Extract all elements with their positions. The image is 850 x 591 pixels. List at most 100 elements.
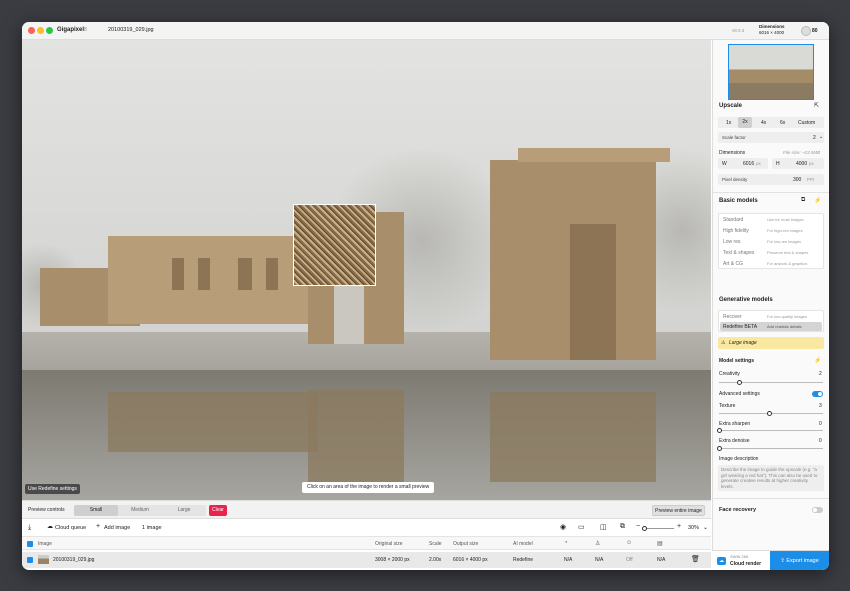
chevron-down-icon[interactable]: ⌄ [703, 524, 708, 531]
extra-sharpen-slider[interactable] [717, 428, 823, 433]
queue-toolbar: ⤓ ☁ Cloud queue + Add image 1 image ◉ ▭ … [22, 518, 711, 536]
side-by-side-icon[interactable]: ⧉ [620, 523, 625, 531]
extra-sharpen-slider-knob[interactable] [717, 428, 722, 433]
height-input[interactable]: H 4000 px [772, 158, 824, 169]
auto-icon[interactable]: ⚡ [814, 197, 821, 204]
creativity-slider[interactable] [719, 380, 823, 385]
preview-selection-box[interactable] [293, 204, 376, 286]
model-settings-heading: Model settings [719, 358, 755, 364]
zoom-out-icon[interactable]: − [636, 523, 640, 530]
image-description-input[interactable]: Describe the image to guide the upscale … [718, 465, 824, 491]
clear-button[interactable]: Clear [209, 505, 227, 516]
close-window-button[interactable] [28, 27, 35, 34]
warning-text: Large image [729, 340, 757, 346]
model-recover[interactable]: Recover [723, 314, 742, 320]
col-original-size[interactable]: Original size [375, 541, 403, 547]
app-title: Gigapixel [57, 27, 85, 33]
avatar[interactable] [801, 26, 811, 36]
auto-settings-icon[interactable]: ⚡ [814, 357, 821, 364]
trash-icon[interactable]: 🗑 [691, 555, 700, 563]
zoom-in-icon[interactable]: + [677, 523, 681, 530]
cloud-render-icon: ☁ [717, 557, 726, 565]
divider [713, 498, 829, 499]
temple-opening [198, 258, 210, 290]
row-original-size: 3008 × 2000 px [375, 557, 410, 563]
file-name: 20100319_029.jpg [108, 27, 154, 33]
large-image-warning: ⚠ Large image [718, 337, 824, 349]
cloud-queue-button[interactable]: Cloud queue [55, 525, 86, 531]
reflection [490, 392, 656, 482]
temple-opening [238, 258, 252, 290]
select-all-checkbox[interactable] [27, 541, 33, 547]
minimize-window-button[interactable] [37, 27, 44, 34]
table-row[interactable]: 20100319_029.jpg 3008 × 2000 px 2.00x 60… [22, 552, 711, 568]
extra-denoise-value: 0 [819, 438, 822, 444]
zoom-window-button[interactable] [46, 27, 53, 34]
advanced-settings-label: Advanced settings [719, 391, 760, 397]
pixel-density-input[interactable]: Pixel density 300 PPI [718, 174, 824, 185]
texture-slider-knob[interactable] [767, 411, 772, 416]
model-low-res[interactable]: Low res [723, 239, 741, 245]
col-ai-model[interactable]: AI model [513, 541, 533, 547]
plus-icon: + [96, 523, 101, 530]
zoom-level[interactable]: 30% [688, 525, 699, 531]
temple-main [108, 236, 318, 324]
image-count: 1 image [142, 525, 162, 531]
preview-size-large[interactable]: Large [162, 505, 206, 516]
image-description-label: Image description [719, 456, 759, 462]
export-label: Export image [786, 558, 819, 564]
row-checkbox[interactable] [27, 557, 33, 563]
denoise-col-icon: ◔ [564, 540, 568, 546]
height-unit: px [809, 161, 814, 166]
scale-2x[interactable]: 2x [738, 117, 752, 128]
sharpen-col-icon: ♙ [595, 541, 601, 547]
preview-size-medium[interactable]: Medium [118, 505, 162, 516]
model-redefine[interactable]: Redefine BETA [723, 324, 757, 330]
eye-icon[interactable]: ◉ [560, 523, 566, 531]
collapse-icon[interactable]: ⤓ [28, 524, 31, 532]
single-view-icon[interactable]: ▭ [578, 523, 585, 531]
preview-entire-image-button[interactable]: Preview entire image [652, 505, 705, 516]
scale-factor-select[interactable]: Scale factor 2 ⌄ [718, 132, 824, 143]
row-sharpen: N/A [595, 557, 604, 563]
image-canvas[interactable]: Use Redefine settings Click on an area o… [22, 40, 711, 500]
extra-denoise-slider-knob[interactable] [717, 446, 722, 451]
compare-icon[interactable]: ⧉ [801, 197, 805, 204]
app-window: Gigapixel 8 20100319_029.jpg v8.0.3 Dime… [22, 22, 829, 570]
export-image-button[interactable]: ⇪ Export image [770, 551, 829, 570]
pixel-density-value: 300 [793, 177, 802, 183]
split-view-icon[interactable]: ◫ [600, 523, 607, 531]
model-text-shapes[interactable]: Text & shapes [723, 250, 754, 256]
scale-4x[interactable]: 4x [761, 120, 766, 126]
basic-models-heading: Basic models [719, 198, 758, 204]
use-redefine-settings-button[interactable]: Use Redefine settings [25, 484, 80, 494]
model-high-fidelity[interactable]: High fidelity [723, 228, 749, 234]
model-standard[interactable]: Standard [723, 217, 743, 223]
canvas-hint: Click on an area of the image to render … [302, 482, 435, 493]
right-gate-top [518, 148, 670, 162]
width-input[interactable]: W 6016 px [718, 158, 768, 169]
settings-sidebar: Upscale ⇱ 1x 2x 4x 6x Custom Scale facto… [712, 40, 829, 550]
scale-factor-label: Scale factor [722, 135, 746, 140]
face-recovery-toggle[interactable] [812, 507, 823, 513]
zoom-slider-knob[interactable] [642, 526, 647, 531]
cloud-render-button[interactable]: Cloud render [730, 561, 761, 567]
preview-size-small[interactable]: Small [74, 505, 118, 516]
navigator-thumbnail[interactable] [728, 44, 814, 100]
texture-slider[interactable] [719, 411, 823, 416]
app-version-badge: 8 [84, 27, 87, 33]
scale-6x[interactable]: 6x [780, 120, 785, 126]
scale-1x[interactable]: 1x [726, 120, 731, 126]
creativity-slider-knob[interactable] [737, 380, 742, 385]
col-output-size[interactable]: Output size [453, 541, 478, 547]
crop-icon[interactable]: ⇱ [814, 102, 819, 109]
add-image-button[interactable]: Add image [104, 525, 130, 531]
scale-custom[interactable]: Custom [798, 120, 815, 126]
zoom-slider[interactable] [642, 526, 674, 531]
col-scale[interactable]: Scale [429, 541, 442, 547]
face-recovery-label: Face recovery [719, 507, 756, 513]
col-image[interactable]: Image [38, 541, 52, 547]
model-art-cg[interactable]: Art & CG [723, 261, 743, 267]
advanced-settings-toggle[interactable] [812, 391, 823, 397]
extra-denoise-slider[interactable] [717, 446, 823, 451]
